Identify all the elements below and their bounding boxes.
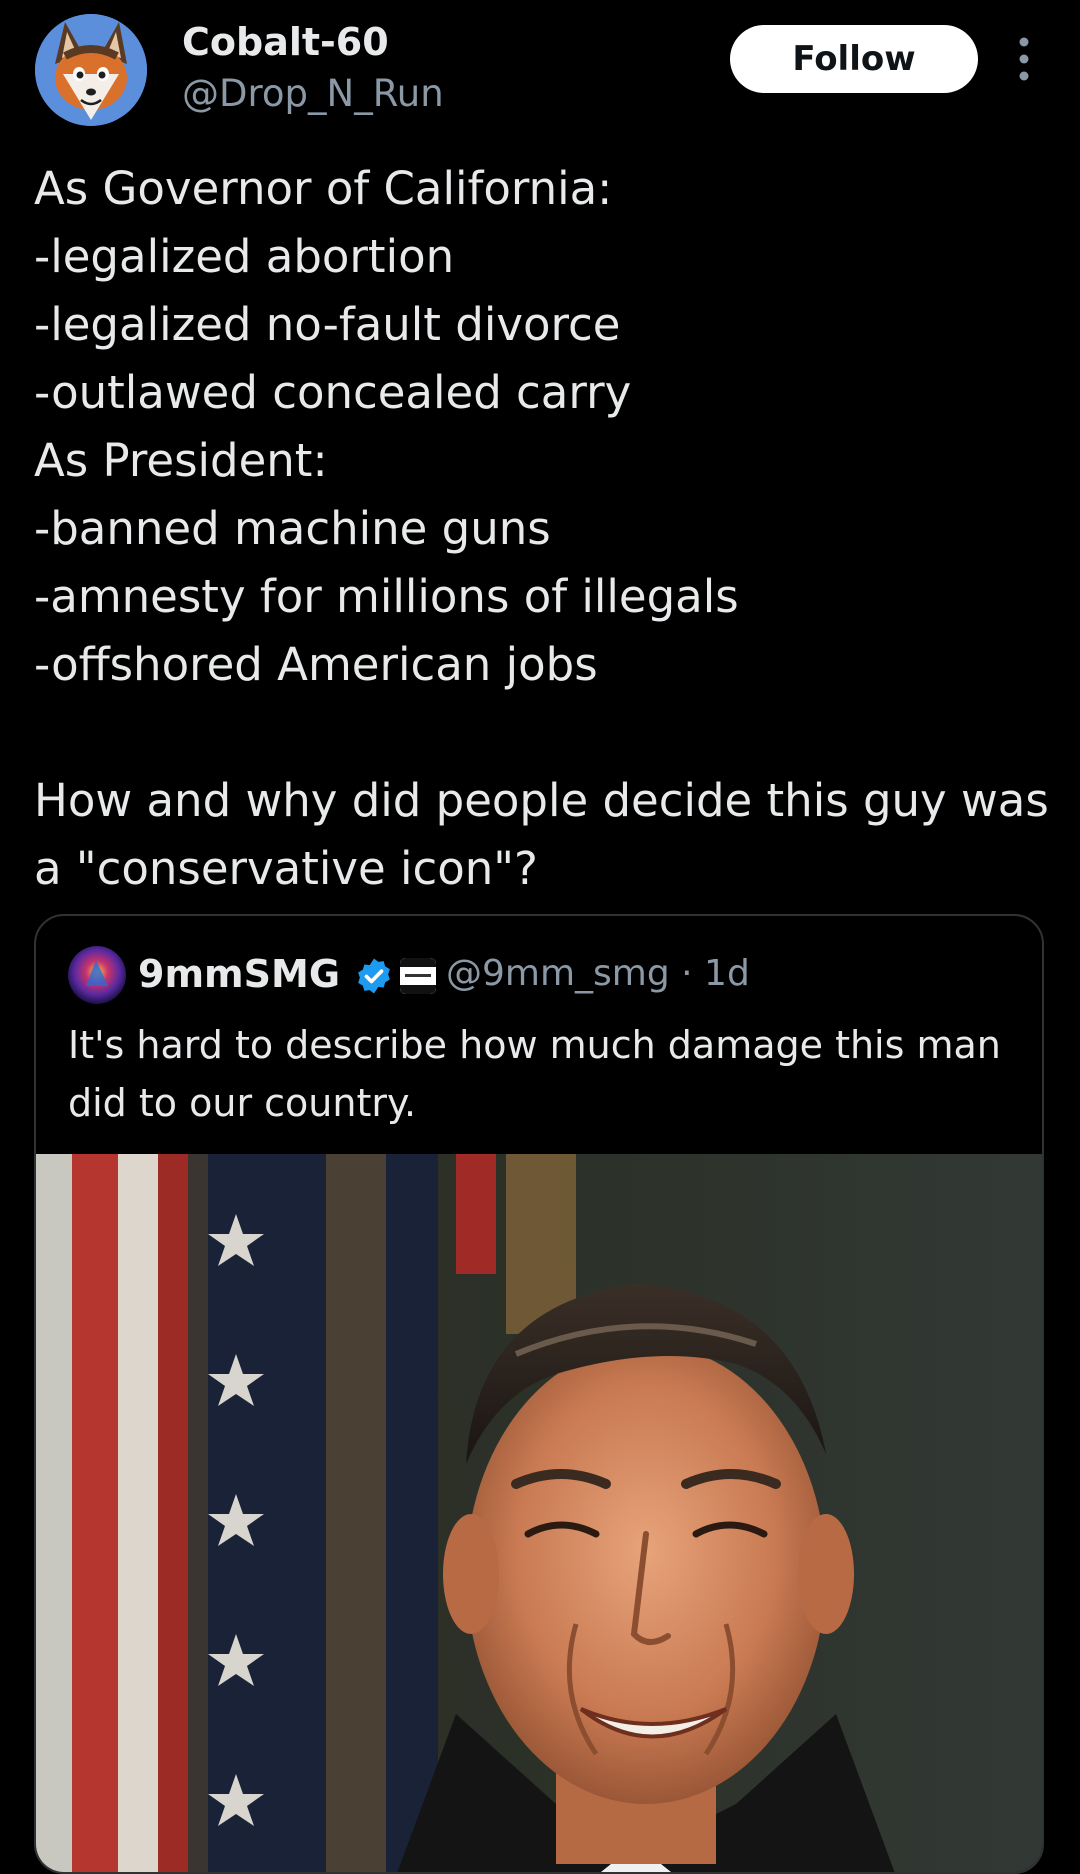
user-handle[interactable]: @Drop_N_Run [182,72,444,115]
more-options-icon[interactable] [1004,34,1044,84]
avatar[interactable] [35,14,147,126]
fox-avatar-icon [35,14,147,126]
verified-badge-icon [354,956,394,996]
portrait-photo [36,1154,1042,1872]
quoted-tweet-text: It's hard to describe how much damage th… [68,1023,1001,1125]
quoted-avatar[interactable] [68,946,126,1004]
follow-button[interactable]: Follow [730,25,978,93]
affiliate-badge-icon [400,958,436,994]
display-name[interactable]: Cobalt-60 [182,20,389,64]
quoted-tweet[interactable]: 9mmSMG @9mm_smg · 1d It's hard to descri… [34,914,1044,1874]
tweet-header: Cobalt-60 @Drop_N_Run Follow [0,0,1080,140]
quoted-tweet-photo[interactable] [36,1154,1042,1872]
nebula-avatar-icon [68,946,126,1004]
tweet-text: As Governor of California: -legalized ab… [34,162,1049,895]
quoted-handle-time[interactable]: @9mm_smg · 1d [446,953,750,994]
quoted-display-name[interactable]: 9mmSMG [138,952,340,996]
